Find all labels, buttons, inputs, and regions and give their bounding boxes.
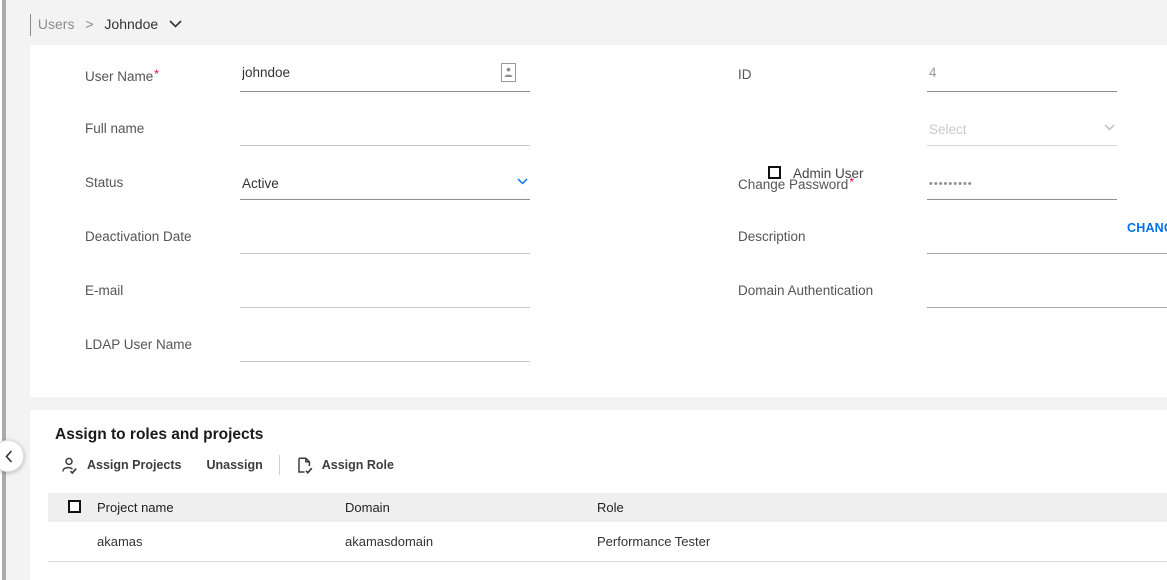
- toolbar-divider: [279, 455, 280, 475]
- change-password-label: Change Password*: [738, 175, 854, 192]
- password-field: •••••••••: [927, 168, 1117, 200]
- assign-document-icon: [297, 457, 313, 474]
- cell-domain: akamasdomain: [345, 534, 433, 549]
- full-name-row: Full name: [85, 112, 530, 146]
- status-label: Status: [85, 175, 123, 190]
- table-row[interactable]: akamas akamasdomain Performance Tester: [48, 522, 1167, 562]
- domain-authentication-input[interactable]: [927, 276, 1167, 307]
- description-row: Description: [738, 220, 1167, 254]
- column-header-domain[interactable]: Domain: [345, 500, 390, 515]
- admin-user-select-placeholder: Select: [929, 122, 967, 137]
- change-password-row: Change Password* •••••••••: [738, 166, 1117, 200]
- ldap-user-name-row: LDAP User Name: [85, 328, 530, 362]
- admin-user-row: Select: [738, 112, 1117, 146]
- deactivation-date-row: Deactivation Date: [85, 220, 530, 254]
- email-input[interactable]: [240, 276, 530, 307]
- chevron-down-icon: [1104, 118, 1115, 136]
- user-name-label: User Name*: [85, 67, 159, 84]
- id-label: ID: [738, 67, 752, 82]
- assignments-title: Assign to roles and projects: [55, 426, 263, 444]
- full-name-input[interactable]: [240, 114, 530, 145]
- breadcrumb-current-user[interactable]: Johndoe: [104, 16, 158, 32]
- ldap-user-name-input[interactable]: [240, 330, 530, 361]
- unassign-button[interactable]: Unassign: [206, 458, 262, 472]
- assign-person-icon: [61, 457, 78, 474]
- required-marker: *: [849, 175, 854, 189]
- column-header-role[interactable]: Role: [597, 500, 624, 515]
- unassign-label: Unassign: [206, 458, 262, 472]
- collapse-panel-button[interactable]: [0, 440, 24, 472]
- left-panel-edge: [2, 0, 6, 580]
- required-marker: *: [154, 67, 159, 81]
- status-row: Status Active: [85, 166, 530, 200]
- breadcrumb-users-link[interactable]: Users: [38, 16, 75, 32]
- assign-role-label: Assign Role: [322, 458, 394, 472]
- assign-projects-label: Assign Projects: [87, 458, 181, 472]
- status-select[interactable]: Active: [240, 168, 530, 200]
- deactivation-date-input[interactable]: [240, 222, 530, 253]
- user-name-input[interactable]: [240, 60, 530, 91]
- user-details-card: User Name* Full name Status Active Deact…: [30, 45, 1167, 397]
- domain-authentication-row: Domain Authentication: [738, 274, 1167, 308]
- chevron-down-icon[interactable]: [169, 11, 182, 35]
- user-badge-icon: [501, 63, 516, 82]
- cell-project-name: akamas: [97, 534, 143, 549]
- select-all-checkbox[interactable]: [68, 500, 81, 513]
- status-value: Active: [242, 176, 279, 191]
- breadcrumb: Users > Johndoe: [30, 11, 182, 35]
- user-name-row: User Name*: [85, 58, 530, 92]
- text-cursor: [30, 14, 31, 36]
- admin-user-select[interactable]: Select: [927, 114, 1117, 146]
- ldap-user-name-label: LDAP User Name: [85, 337, 192, 352]
- breadcrumb-separator: >: [85, 16, 93, 32]
- description-label: Description: [738, 229, 806, 244]
- domain-authentication-label: Domain Authentication: [738, 283, 873, 298]
- id-input: [927, 60, 1117, 91]
- full-name-label: Full name: [85, 121, 144, 136]
- password-masked-value: •••••••••: [929, 178, 973, 190]
- id-row: ID: [738, 58, 1117, 92]
- email-label: E-mail: [85, 283, 123, 298]
- description-input[interactable]: [927, 222, 1167, 253]
- assign-role-button[interactable]: Assign Role: [297, 457, 394, 474]
- assignments-card: Assign to roles and projects Assign Proj…: [30, 410, 1167, 580]
- deactivation-date-label: Deactivation Date: [85, 229, 192, 244]
- chevron-down-icon: [517, 172, 528, 190]
- table-header: Project name Domain Role: [48, 493, 1167, 522]
- column-header-project-name[interactable]: Project name: [97, 500, 174, 515]
- email-row: E-mail: [85, 274, 530, 308]
- assignments-toolbar: Assign Projects Unassign Assign Role: [61, 452, 394, 478]
- assign-projects-button[interactable]: Assign Projects: [61, 457, 181, 474]
- cell-role: Performance Tester: [597, 534, 710, 549]
